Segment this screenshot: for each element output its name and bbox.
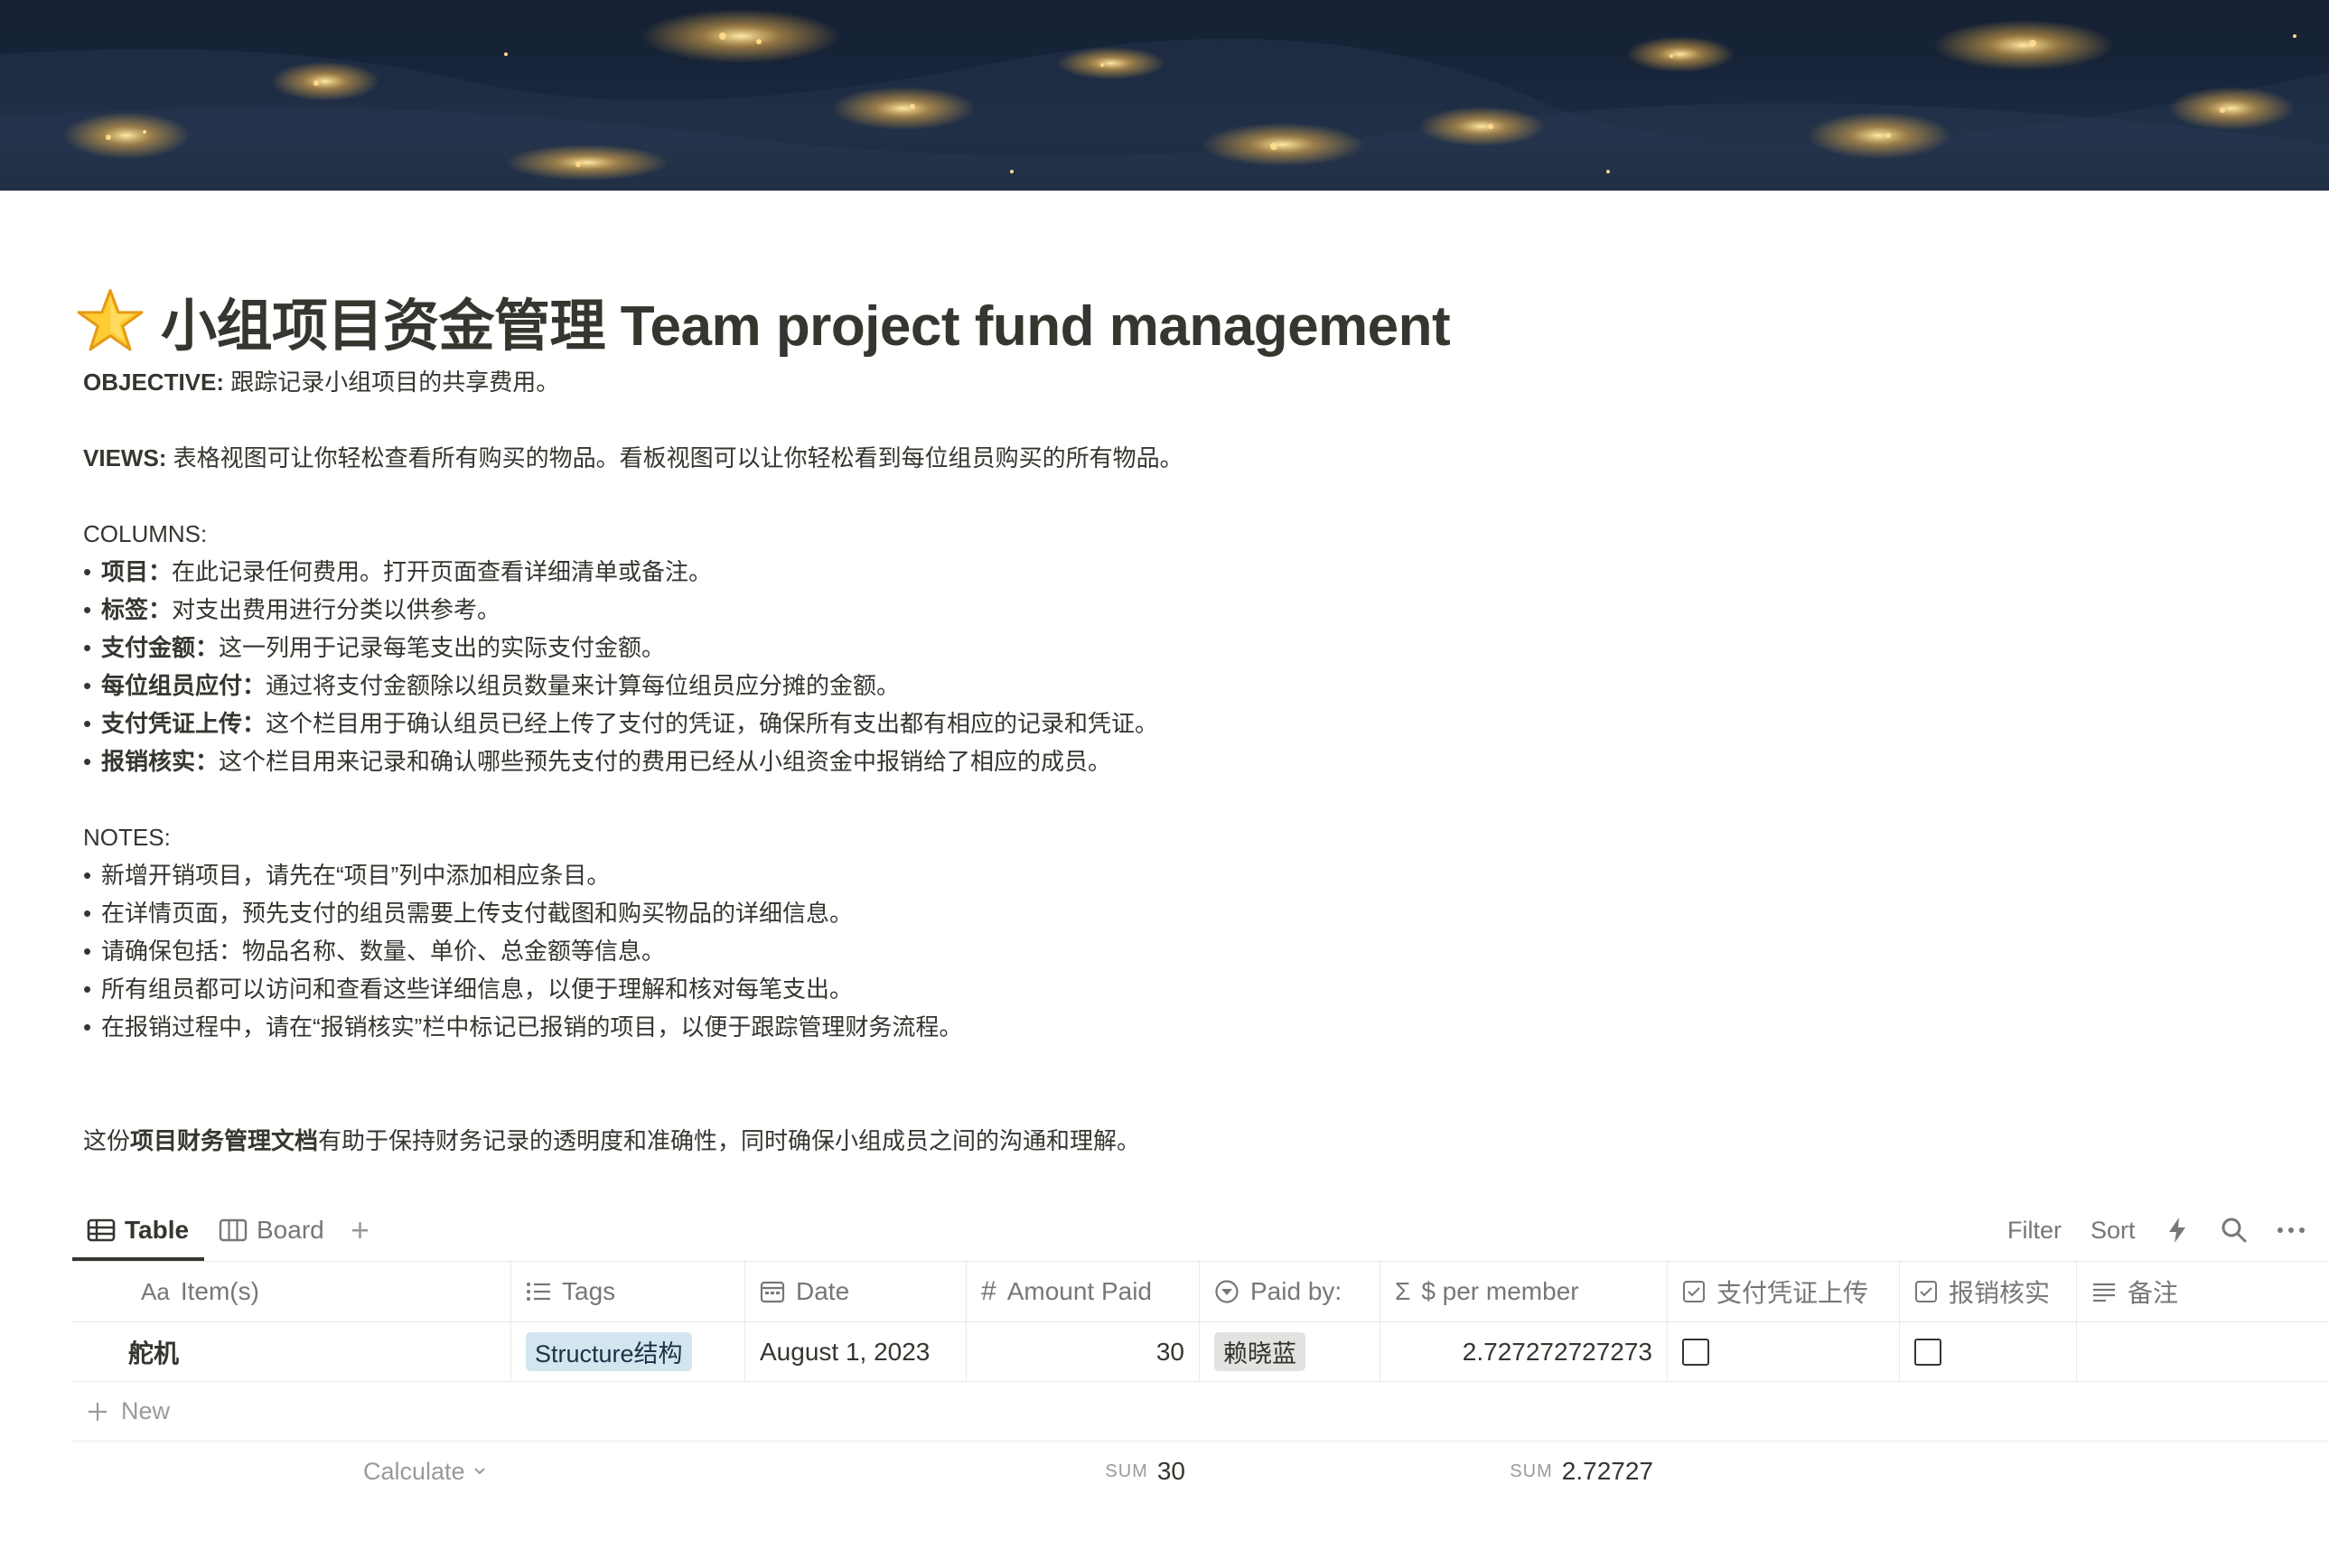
lightning-icon xyxy=(2169,1218,2185,1243)
column-header-amount-paid[interactable]: # Amount Paid xyxy=(967,1262,1200,1321)
automation-button[interactable] xyxy=(2166,1209,2188,1252)
more-options-button[interactable] xyxy=(2277,1209,2306,1252)
list-item: • 请确保包括：物品名称、数量、单价、总金额等信息。 xyxy=(83,938,666,965)
text-lines-icon xyxy=(2093,1283,2115,1302)
column-header-paid-by[interactable]: Paid by: xyxy=(1200,1262,1380,1321)
table-row[interactable]: 舵机 Structure结构 August 1, 2023 30 赖晓蓝 2.7… xyxy=(72,1322,2329,1382)
list-item: • 每位组员应付：通过将支付金额除以组员数量来计算每位组员应分摊的金额。 xyxy=(83,672,901,699)
cell-per-member: 2.727272727273 xyxy=(1380,1322,1668,1381)
cell-date[interactable]: August 1, 2023 xyxy=(745,1322,967,1381)
objective-line: OBJECTIVE: 跟踪记录小组项目的共享费用。 xyxy=(83,363,2233,401)
list-item: • 标签：对支出费用进行分类以供参考。 xyxy=(83,596,501,623)
views-line: VIEWS: 表格视图可让你轻松查看所有购买的物品。看板视图可以让你轻松看到每位… xyxy=(83,439,2233,477)
cell-reimbursed xyxy=(1900,1322,2077,1381)
columns-list: • 项目：在此记录任何费用。打开页面查看详细清单或备注。 • 标签：对支出费用进行分… xyxy=(83,553,2233,780)
receipt-checkbox[interactable] xyxy=(1682,1338,1709,1366)
calculation-row: Calculate SUM 30 SUM 2.72727 xyxy=(72,1442,2329,1501)
earth-night-lights-graphic xyxy=(0,0,2329,191)
per-member-sum[interactable]: SUM 2.72727 xyxy=(1380,1442,1668,1501)
text-type-icon: Aa xyxy=(141,1277,170,1305)
list-item: • 报销核实：这个栏目用来记录和确认哪些预先支付的费用已经从小组资金中报销给了相应… xyxy=(83,748,1112,775)
column-header-reimbursed[interactable]: 报销核实 xyxy=(1900,1262,2077,1321)
cell-amount-paid[interactable]: 30 xyxy=(967,1322,1200,1381)
column-header-tags[interactable]: Tags xyxy=(511,1262,745,1321)
database-views-bar: Table Board + Filter Sort xyxy=(72,1199,2329,1261)
filter-button[interactable]: Filter xyxy=(2007,1209,2062,1252)
list-item: • 在详情页面，预先支付的组员需要上传支付截图和购买物品的详细信息。 xyxy=(83,900,854,927)
cell-receipt-upload xyxy=(1668,1322,1900,1381)
column-header-date[interactable]: Date xyxy=(745,1262,967,1321)
chevron-down-icon xyxy=(473,1468,485,1475)
cover-image[interactable] xyxy=(0,0,2329,191)
summary-line: 这份项目财务管理文档有助于保持财务记录的透明度和准确性，同时确保小组成员之间的沟… xyxy=(83,1127,1141,1154)
table-header-row: Aa Item(s) Tags Date # Amount Paid Paid … xyxy=(72,1261,2329,1322)
notes-label: NOTES: xyxy=(83,824,171,851)
list-item: • 项目：在此记录任何费用。打开页面查看详细清单或备注。 xyxy=(83,558,713,585)
list-item: • 支付凭证上传：这个栏目用于确认组员已经上传了支付的凭证，确保所有支出都有相应的… xyxy=(83,710,1159,737)
list-item: • 所有组员都可以访问和查看这些详细信息，以便于理解和核对每笔支出。 xyxy=(83,975,854,1003)
tab-table-label: Table xyxy=(125,1216,190,1244)
checkbox-icon xyxy=(1683,1281,1705,1302)
column-header-notes[interactable]: 备注 xyxy=(2077,1262,2329,1321)
views-label: VIEWS: xyxy=(83,444,167,471)
cell-tags[interactable]: Structure结构 xyxy=(511,1322,745,1381)
board-icon xyxy=(219,1218,248,1242)
calendar-icon xyxy=(760,1281,785,1303)
plus-icon xyxy=(89,1402,107,1421)
views-text: 表格视图可让你轻松查看所有购买的物品。看板视图可以让你轻松看到每位组员购买的所有… xyxy=(166,444,1183,471)
columns-label: COLUMNS: xyxy=(83,520,208,547)
plus-icon: + xyxy=(351,1211,370,1248)
person-badge: 赖晓蓝 xyxy=(1214,1332,1305,1371)
list-item: • 在报销过程中，请在“报销核实”栏中标记已报销的项目，以便于跟踪管理财务流程。 xyxy=(83,1013,963,1041)
cell-notes[interactable] xyxy=(2077,1322,2329,1381)
table-icon xyxy=(87,1218,116,1242)
star-icon[interactable] xyxy=(76,286,145,355)
tab-board[interactable]: Board xyxy=(219,1209,324,1252)
column-header-receipt-upload[interactable]: 支付凭证上传 xyxy=(1668,1262,1900,1321)
column-header-items[interactable]: Aa Item(s) xyxy=(72,1262,511,1321)
number-type-icon: # xyxy=(981,1276,996,1306)
add-view-button[interactable]: + xyxy=(351,1209,369,1252)
amount-sum[interactable]: SUM 30 xyxy=(967,1442,1200,1501)
page-title[interactable]: 小组项目资金管理 Team project fund management xyxy=(161,280,1451,361)
tab-board-label: Board xyxy=(257,1216,324,1244)
calculate-dropdown[interactable]: Calculate xyxy=(363,1442,487,1501)
list-item: • 新增开销项目，请先在“项目”列中添加相应条目。 xyxy=(83,862,611,889)
tab-table[interactable]: Table xyxy=(87,1209,189,1252)
column-header-per-member[interactable]: Σ $ per member xyxy=(1380,1262,1668,1321)
search-icon xyxy=(2221,1218,2247,1243)
tag-badge: Structure结构 xyxy=(526,1332,692,1371)
new-row-button[interactable]: New xyxy=(72,1382,2329,1442)
checkbox-icon xyxy=(1915,1281,1937,1302)
new-row-label: New xyxy=(121,1397,171,1424)
more-dots-icon xyxy=(2278,1227,2305,1233)
select-icon xyxy=(1215,1280,1239,1303)
list-item: • 支付金额：这一列用于记录每笔支出的实际支付金额。 xyxy=(83,634,666,661)
formula-icon: Σ xyxy=(1395,1277,1411,1305)
page-title-row: 小组项目资金管理 Team project fund management xyxy=(76,280,1451,361)
cell-item[interactable]: 舵机 xyxy=(72,1322,511,1381)
sort-button[interactable]: Sort xyxy=(2090,1209,2136,1252)
search-button[interactable] xyxy=(2221,1209,2248,1252)
objective-label: OBJECTIVE: xyxy=(83,369,225,396)
objective-text: 跟踪记录小组项目的共享费用。 xyxy=(224,369,560,396)
cell-paid-by[interactable]: 赖晓蓝 xyxy=(1200,1322,1380,1381)
list-icon xyxy=(527,1283,550,1301)
reimbursed-checkbox[interactable] xyxy=(1914,1338,1941,1366)
notes-list: • 新增开销项目，请先在“项目”列中添加相应条目。 • 在详情页面，预先支付的组员需… xyxy=(83,856,2233,1046)
